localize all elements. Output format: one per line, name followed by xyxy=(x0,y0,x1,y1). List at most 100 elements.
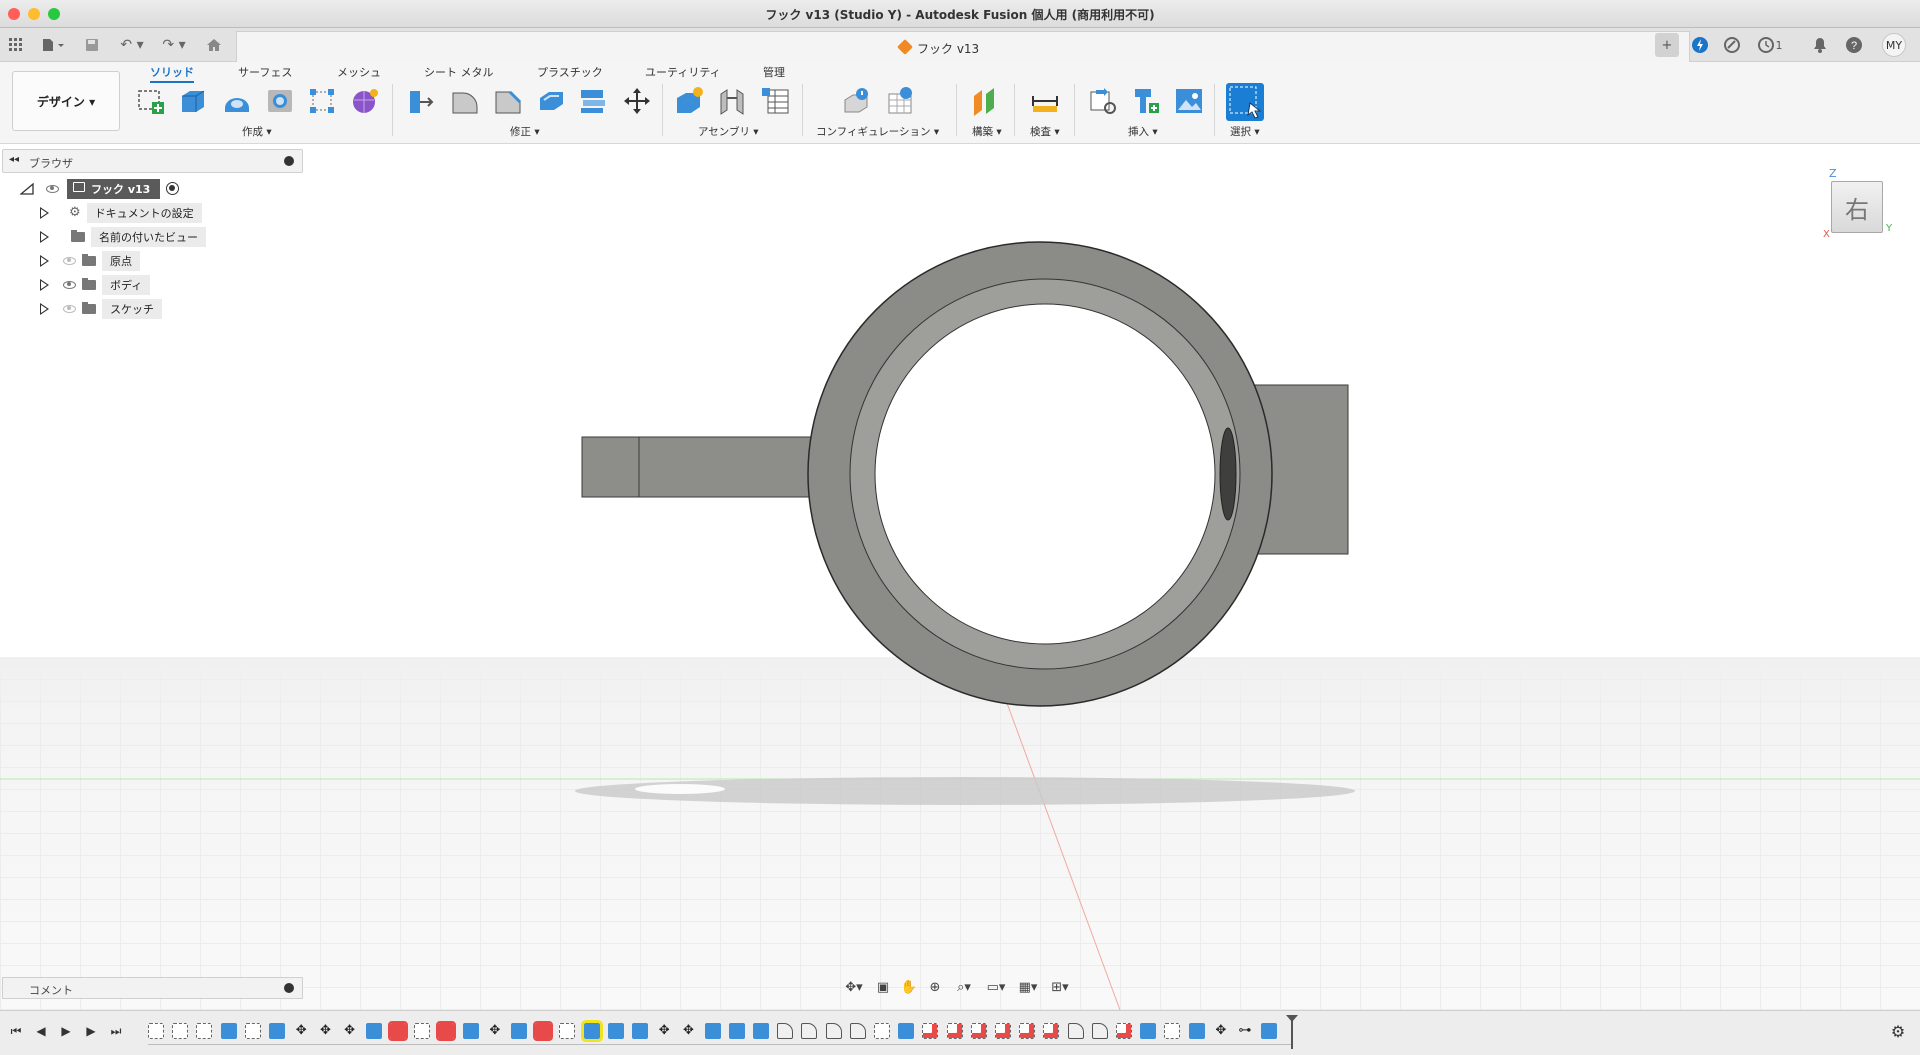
timeline-settings-icon[interactable]: ⚙ xyxy=(1890,1022,1906,1041)
fit-icon[interactable]: ⌕▾ xyxy=(950,978,978,996)
activate-component-icon[interactable] xyxy=(166,182,180,195)
modify-group-label[interactable]: 修正 ▾ xyxy=(510,124,540,139)
online-status-icon[interactable] xyxy=(1720,33,1744,57)
collapse-panel-icon[interactable]: ◂◂ xyxy=(9,154,19,165)
pattern-icon[interactable] xyxy=(307,86,337,116)
timeline-component-icon[interactable] xyxy=(922,1023,939,1039)
timeline-move-icon[interactable]: ✥ xyxy=(317,1023,333,1039)
timeline-extrude-icon[interactable] xyxy=(728,1023,745,1039)
browser-item-document-settings[interactable]: ⚙ ドキュメントの設定 xyxy=(38,202,202,223)
timeline-fillet-icon[interactable] xyxy=(777,1023,794,1039)
configure-design-icon[interactable] xyxy=(842,86,872,116)
chamfer-icon[interactable] xyxy=(493,86,523,116)
timeline-play-icon[interactable]: ▶ xyxy=(58,1023,74,1039)
look-at-icon[interactable]: ▣ xyxy=(872,978,894,996)
extrude-icon[interactable] xyxy=(178,86,208,116)
timeline-joint-icon[interactable]: ⊶ xyxy=(1237,1023,1253,1039)
timeline-extrude-icon[interactable] xyxy=(632,1023,648,1039)
timeline-extrude-icon[interactable] xyxy=(462,1023,479,1039)
timeline-previous-icon[interactable]: ◀ xyxy=(33,1023,49,1039)
browser-item-named-views[interactable]: 名前の付いたビュー xyxy=(38,226,206,247)
help-icon[interactable]: ? xyxy=(1842,33,1866,57)
timeline-move-icon[interactable]: ✥ xyxy=(656,1023,672,1039)
viewports-icon[interactable]: ⊞▾ xyxy=(1046,978,1074,996)
configure-group-label[interactable]: コンフィギュレーション ▾ xyxy=(816,124,939,139)
assemble-group-label[interactable]: アセンブリ ▾ xyxy=(698,124,759,139)
timeline-sketch-icon[interactable] xyxy=(414,1023,431,1039)
insert-derive-icon[interactable] xyxy=(1088,86,1118,116)
expand-triangle-icon[interactable] xyxy=(38,206,49,219)
select-icon[interactable] xyxy=(1226,83,1264,121)
pan-icon[interactable]: ✋ xyxy=(898,978,920,996)
timeline-highlighted-feature-icon[interactable] xyxy=(388,1021,408,1041)
shell-icon[interactable] xyxy=(536,86,566,116)
tab-plastic[interactable]: プラスチック xyxy=(537,64,603,80)
tab-surface[interactable]: サーフェス xyxy=(238,64,292,80)
timeline-sketch-icon[interactable] xyxy=(172,1023,189,1039)
timeline-component-icon[interactable] xyxy=(995,1023,1011,1039)
document-tab[interactable]: フック v13 × xyxy=(236,31,1690,62)
timeline-fillet-icon[interactable] xyxy=(1091,1023,1108,1039)
move-copy-icon[interactable] xyxy=(622,86,652,116)
timeline-component-icon[interactable] xyxy=(1043,1023,1060,1039)
create-sketch-icon[interactable] xyxy=(136,86,166,116)
timeline-extrude-icon[interactable] xyxy=(269,1023,285,1039)
extensions-icon[interactable] xyxy=(1688,33,1712,57)
browser-item-origin[interactable]: 原点 xyxy=(38,250,140,271)
hole-icon[interactable] xyxy=(265,86,295,116)
timeline-move-icon[interactable]: ✥ xyxy=(342,1023,358,1039)
model-view[interactable] xyxy=(0,144,1920,1010)
press-pull-icon[interactable] xyxy=(406,86,436,116)
timeline-extrude-icon[interactable] xyxy=(511,1023,527,1039)
grid-settings-icon[interactable]: ▦▾ xyxy=(1014,978,1042,996)
insert-group-label[interactable]: 挿入 ▾ xyxy=(1128,124,1158,139)
tab-sheet-metal[interactable]: シート メタル xyxy=(424,64,494,80)
expand-triangle-icon[interactable] xyxy=(38,302,49,315)
tab-manage[interactable]: 管理 xyxy=(763,64,785,80)
create-group-label[interactable]: 作成 ▾ xyxy=(242,124,272,139)
browser-item-bodies[interactable]: ボディ xyxy=(38,274,151,295)
app-grid-icon[interactable] xyxy=(6,35,26,55)
timeline-sketch-icon[interactable] xyxy=(559,1023,576,1039)
view-cube[interactable]: 右 xyxy=(1831,181,1883,233)
browser-root-item[interactable]: フック v13 xyxy=(67,178,161,199)
timeline-extrude-icon[interactable] xyxy=(365,1023,382,1039)
timeline-component-icon[interactable] xyxy=(970,1023,987,1039)
timeline-extrude-icon[interactable] xyxy=(1140,1023,1157,1039)
timeline-sketch-icon[interactable] xyxy=(1164,1023,1181,1039)
timeline-sketch-icon[interactable] xyxy=(874,1023,890,1039)
workspace-switcher-button[interactable]: デザイン ▾ xyxy=(12,71,120,131)
timeline-start-icon[interactable]: ⏮ xyxy=(8,1023,24,1039)
undo-icon[interactable]: ↶ ▾ xyxy=(116,35,148,55)
visibility-eye-icon[interactable] xyxy=(63,280,76,289)
timeline-fillet-icon[interactable] xyxy=(1067,1023,1084,1039)
timeline-highlighted-feature-icon[interactable] xyxy=(533,1021,554,1041)
new-component-icon[interactable] xyxy=(674,86,704,116)
comments-panel-header[interactable]: コメント xyxy=(2,977,303,999)
timeline-move-icon[interactable]: ✥ xyxy=(487,1023,503,1039)
visibility-eye-off-icon[interactable] xyxy=(63,304,76,313)
revolve-icon[interactable] xyxy=(222,86,252,116)
timeline-extrude-icon[interactable] xyxy=(704,1023,721,1039)
timeline-fillet-icon[interactable] xyxy=(849,1023,866,1039)
add-comment-icon[interactable] xyxy=(284,983,294,993)
tab-solid[interactable]: ソリッド xyxy=(150,64,194,83)
timeline-component-icon[interactable] xyxy=(1116,1023,1132,1039)
timeline-component-icon[interactable] xyxy=(1019,1023,1036,1039)
save-icon[interactable] xyxy=(82,35,102,55)
timeline-highlighted-feature-icon[interactable] xyxy=(436,1021,457,1041)
inspect-group-label[interactable]: 検査 ▾ xyxy=(1030,124,1060,139)
timeline-extrude-icon[interactable] xyxy=(753,1023,769,1039)
configuration-table-icon[interactable] xyxy=(886,86,916,116)
browser-root-row[interactable]: フック v13 xyxy=(19,178,180,199)
timeline-extrude-icon[interactable] xyxy=(607,1023,624,1039)
insert-canvas-icon[interactable] xyxy=(1174,86,1204,116)
expand-triangle-icon[interactable] xyxy=(19,182,34,195)
new-tab-button[interactable]: + xyxy=(1655,33,1679,57)
insert-mcmaster-icon[interactable] xyxy=(1131,86,1161,116)
timeline-sketch-icon[interactable] xyxy=(196,1023,213,1039)
user-avatar[interactable]: MY xyxy=(1882,33,1906,57)
timeline-end-icon[interactable]: ⏭ xyxy=(108,1023,124,1039)
redo-icon[interactable]: ↷ ▾ xyxy=(158,35,190,55)
timeline-sketch-icon[interactable] xyxy=(244,1023,261,1039)
